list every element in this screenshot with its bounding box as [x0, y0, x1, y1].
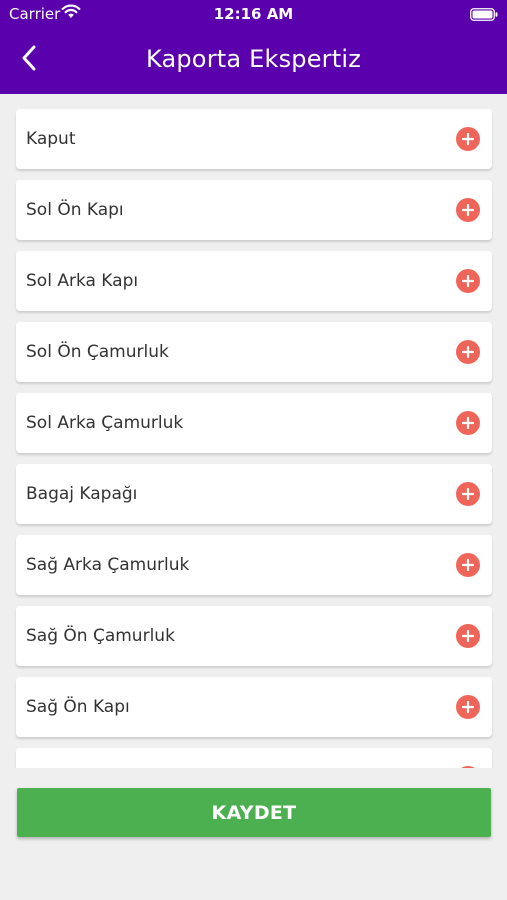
- plus-circle-icon[interactable]: [456, 482, 480, 506]
- parts-list[interactable]: Kaput Sol Ön Kapı Sol Arka Kapı Sol Ön Ç…: [0, 94, 507, 768]
- plus-circle-icon[interactable]: [456, 695, 480, 719]
- part-item-sag-on-camurluk[interactable]: Sağ Ön Çamurluk: [16, 606, 492, 666]
- part-label: Sol Arka Kapı: [26, 271, 139, 291]
- save-button[interactable]: KAYDET: [17, 788, 491, 837]
- part-label: Sol Arka Çamurluk: [26, 413, 184, 433]
- app-header: Carrier 12:16 AM Kaporta Ekspertiz: [0, 0, 507, 94]
- plus-circle-icon[interactable]: [456, 127, 480, 151]
- status-time: 12:16 AM: [213, 5, 294, 23]
- part-item-partial[interactable]: [16, 748, 492, 768]
- part-item-sol-arka-kapi[interactable]: Sol Arka Kapı: [16, 251, 492, 311]
- part-item-bagaj-kapagi[interactable]: Bagaj Kapağı: [16, 464, 492, 524]
- part-item-sol-on-camurluk[interactable]: Sol Ön Çamurluk: [16, 322, 492, 382]
- part-label: Sağ Ön Çamurluk: [26, 626, 175, 646]
- part-item-sag-arka-camurluk[interactable]: Sağ Arka Çamurluk: [16, 535, 492, 595]
- plus-circle-icon[interactable]: [456, 766, 480, 768]
- status-bar: Carrier 12:16 AM: [0, 0, 507, 28]
- plus-circle-icon[interactable]: [456, 269, 480, 293]
- plus-circle-icon[interactable]: [456, 411, 480, 435]
- plus-circle-icon[interactable]: [456, 624, 480, 648]
- plus-circle-icon[interactable]: [456, 198, 480, 222]
- part-item-sol-arka-camurluk[interactable]: Sol Arka Çamurluk: [16, 393, 492, 453]
- part-label: Kaput: [26, 129, 76, 149]
- part-item-kaput[interactable]: Kaput: [16, 109, 492, 169]
- part-label: Sağ Ön Kapı: [26, 697, 130, 717]
- plus-circle-icon[interactable]: [456, 553, 480, 577]
- plus-circle-icon[interactable]: [456, 340, 480, 364]
- page-title: Kaporta Ekspertiz: [145, 45, 362, 73]
- part-label: Sağ Arka Çamurluk: [26, 555, 190, 575]
- part-label: Sol Ön Çamurluk: [26, 342, 169, 362]
- part-item-sol-on-kapi[interactable]: Sol Ön Kapı: [16, 180, 492, 240]
- part-label: Bagaj Kapağı: [26, 484, 138, 504]
- part-label: Sol Ön Kapı: [26, 200, 124, 220]
- battery-icon: [470, 7, 498, 25]
- part-item-sag-on-kapi[interactable]: Sağ Ön Kapı: [16, 677, 492, 737]
